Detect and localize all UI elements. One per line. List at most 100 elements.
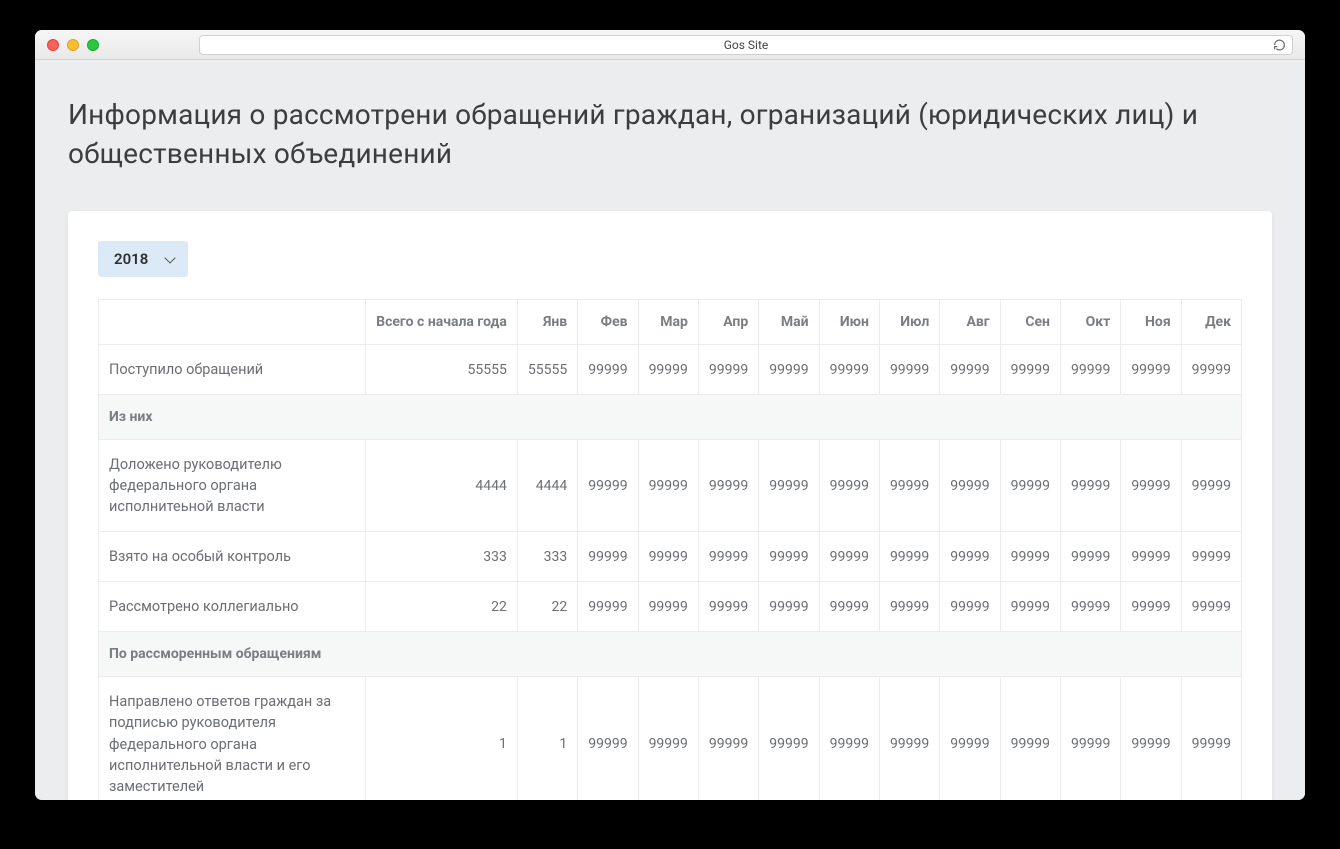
cell-value: 99999	[638, 440, 698, 532]
cell-value: 99999	[1121, 677, 1181, 800]
cell-value: 333	[366, 532, 518, 582]
data-card: 2018 Всего с начала годаЯнвФевМарАпрМайИ…	[68, 211, 1272, 800]
col-Июн: Июн	[819, 300, 879, 345]
col-label	[99, 300, 366, 345]
cell-value: 99999	[819, 532, 879, 582]
cell-value: 99999	[940, 345, 1000, 395]
table-row: Направлено ответов граждан за подписью р…	[99, 677, 1242, 800]
row-label: Поступило обращений	[99, 345, 366, 395]
cell-value: 99999	[879, 582, 939, 632]
cell-value: 99999	[759, 677, 819, 800]
cell-value: 4444	[517, 440, 577, 532]
window-controls	[47, 39, 99, 51]
cell-value: 1	[366, 677, 518, 800]
cell-value: 99999	[698, 345, 758, 395]
cell-value: 99999	[1060, 440, 1120, 532]
col-Июл: Июл	[879, 300, 939, 345]
cell-value: 99999	[638, 677, 698, 800]
browser-window: Gos Site Информация о рассмотрени обраще…	[35, 30, 1305, 800]
table-row: Взято на особый контроль3333339999999999…	[99, 532, 1242, 582]
cell-value: 99999	[1060, 345, 1120, 395]
cell-value: 99999	[1121, 440, 1181, 532]
cell-value: 99999	[698, 532, 758, 582]
cell-value: 22	[366, 582, 518, 632]
page-content: Информация о рассмотрени обращений гражд…	[35, 60, 1305, 800]
cell-value: 4444	[366, 440, 518, 532]
cell-value: 99999	[1000, 677, 1060, 800]
cell-value: 99999	[1181, 440, 1241, 532]
cell-value: 99999	[940, 677, 1000, 800]
cell-value: 99999	[1060, 532, 1120, 582]
col-Апр: Апр	[698, 300, 758, 345]
cell-value: 99999	[578, 440, 638, 532]
col-Всего с начала года: Всего с начала года	[366, 300, 518, 345]
year-select-value: 2018	[114, 250, 148, 268]
cell-value: 99999	[578, 677, 638, 800]
row-label: Рассмотрено коллегиально	[99, 582, 366, 632]
cell-value: 99999	[879, 345, 939, 395]
reload-icon[interactable]	[1273, 38, 1286, 51]
cell-value: 99999	[940, 532, 1000, 582]
cell-value: 99999	[1121, 582, 1181, 632]
section-label: По рассморенным обращениям	[99, 632, 1242, 677]
cell-value: 99999	[819, 345, 879, 395]
address-bar[interactable]: Gos Site	[199, 35, 1293, 55]
cell-value: 99999	[819, 677, 879, 800]
page-title: Информация о рассмотрени обращений гражд…	[68, 95, 1272, 173]
cell-value: 99999	[1060, 582, 1120, 632]
cell-value: 99999	[879, 532, 939, 582]
appeals-table: Всего с начала годаЯнвФевМарАпрМайИюнИюл…	[98, 299, 1242, 800]
table-row: Рассмотрено коллегиально2222999999999999…	[99, 582, 1242, 632]
cell-value: 99999	[638, 582, 698, 632]
cell-value: 99999	[819, 440, 879, 532]
cell-value: 99999	[698, 582, 758, 632]
cell-value: 22	[517, 582, 577, 632]
col-Фев: Фев	[578, 300, 638, 345]
cell-value: 1	[517, 677, 577, 800]
cell-value: 99999	[879, 677, 939, 800]
col-Ноя: Ноя	[1121, 300, 1181, 345]
cell-value: 99999	[698, 677, 758, 800]
col-Окт: Окт	[1060, 300, 1120, 345]
address-bar-title: Gos Site	[724, 38, 769, 52]
close-icon[interactable]	[47, 39, 59, 51]
section-row: По рассморенным обращениям	[99, 632, 1242, 677]
cell-value: 99999	[578, 345, 638, 395]
cell-value: 99999	[1121, 532, 1181, 582]
year-select[interactable]: 2018	[98, 241, 188, 277]
row-label: Направлено ответов граждан за подписью р…	[99, 677, 366, 800]
titlebar: Gos Site	[35, 30, 1305, 60]
cell-value: 99999	[759, 440, 819, 532]
col-Сен: Сен	[1000, 300, 1060, 345]
cell-value: 99999	[759, 532, 819, 582]
cell-value: 99999	[638, 345, 698, 395]
cell-value: 99999	[879, 440, 939, 532]
col-Дек: Дек	[1181, 300, 1241, 345]
cell-value: 99999	[578, 582, 638, 632]
cell-value: 99999	[819, 582, 879, 632]
cell-value: 99999	[1000, 582, 1060, 632]
table-row: Доложено руководителю федерального орган…	[99, 440, 1242, 532]
cell-value: 99999	[1181, 677, 1241, 800]
chevron-down-icon	[165, 252, 176, 263]
cell-value: 333	[517, 532, 577, 582]
minimize-icon[interactable]	[67, 39, 79, 51]
maximize-icon[interactable]	[87, 39, 99, 51]
cell-value: 99999	[940, 440, 1000, 532]
cell-value: 99999	[1000, 345, 1060, 395]
cell-value: 99999	[1000, 440, 1060, 532]
section-row: Из них	[99, 395, 1242, 440]
cell-value: 99999	[759, 345, 819, 395]
cell-value: 99999	[940, 582, 1000, 632]
cell-value: 99999	[638, 532, 698, 582]
cell-value: 99999	[1121, 345, 1181, 395]
table-row: Поступило обращений555555555599999999999…	[99, 345, 1242, 395]
cell-value: 99999	[578, 532, 638, 582]
cell-value: 99999	[1000, 532, 1060, 582]
col-Мар: Мар	[638, 300, 698, 345]
col-Май: Май	[759, 300, 819, 345]
cell-value: 99999	[1060, 677, 1120, 800]
cell-value: 99999	[1181, 345, 1241, 395]
row-label: Доложено руководителю федерального орган…	[99, 440, 366, 532]
cell-value: 55555	[517, 345, 577, 395]
